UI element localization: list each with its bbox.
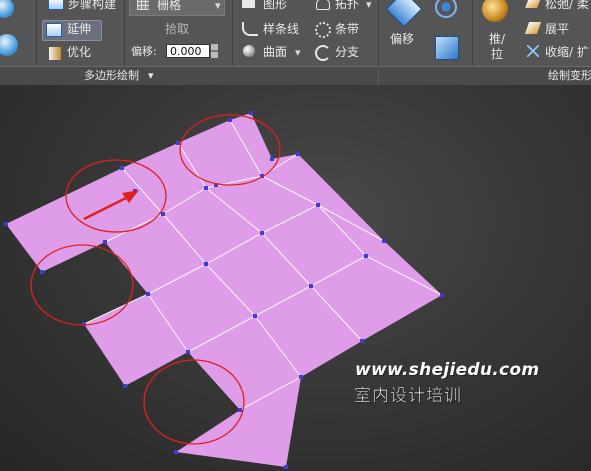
topology-button[interactable]: 拓扑 bbox=[335, 0, 359, 11]
optimize-button[interactable]: 优化 bbox=[67, 45, 91, 59]
step-build-icon bbox=[48, 0, 64, 10]
step-build-button[interactable]: 步骤构建 bbox=[68, 0, 116, 11]
surface-icon bbox=[243, 45, 255, 57]
ribbon-toolbar: 步骤构建 延伸 优化 栅格 ▾ 拾取 偏移: 0.000 图形 样条线 曲面 ▾… bbox=[0, 0, 591, 86]
spline-button[interactable]: 样条线 bbox=[263, 22, 299, 36]
strip-icon bbox=[315, 22, 331, 38]
chevron-down-icon: ▾ bbox=[366, 0, 372, 11]
annotation-circle bbox=[30, 244, 134, 326]
pick-button[interactable]: 拾取 bbox=[165, 22, 189, 36]
shrink-icon bbox=[527, 45, 539, 57]
mesh-canvas[interactable] bbox=[0, 85, 591, 471]
push-pull-button[interactable]: 推/ bbox=[489, 32, 505, 46]
chevron-down-icon[interactable]: ▾ bbox=[148, 69, 154, 83]
push-pull-button-line2: 拉 bbox=[491, 47, 504, 61]
shape-button[interactable]: 图形 bbox=[263, 0, 287, 11]
grid-icon bbox=[137, 0, 149, 10]
flatten-button[interactable]: 展平 bbox=[545, 22, 569, 36]
square-icon[interactable] bbox=[435, 36, 459, 60]
mesh-polygon[interactable] bbox=[6, 113, 442, 467]
extend-label: 延伸 bbox=[67, 22, 92, 36]
chevron-down-icon: ▾ bbox=[215, 0, 221, 12]
branch-button[interactable]: 分支 bbox=[335, 45, 359, 59]
branch-icon bbox=[315, 45, 331, 61]
viewport[interactable]: www.shejiedu.com 室内设计培训 bbox=[0, 85, 591, 471]
topology-icon bbox=[316, 0, 330, 10]
ribbon-footer: 多边形绘制 ▾ 绘制变形 bbox=[0, 66, 591, 86]
shape-icon bbox=[242, 0, 255, 8]
paint-deform-panel-label[interactable]: 绘制变形 bbox=[548, 69, 591, 83]
spinner-icon[interactable] bbox=[211, 44, 218, 58]
spline-icon bbox=[242, 22, 258, 36]
offset-button[interactable]: 偏移 bbox=[390, 32, 414, 46]
grid-label: 栅格 bbox=[157, 0, 182, 12]
offset-label: 偏移: bbox=[131, 45, 157, 58]
surface-button[interactable]: 曲面 bbox=[263, 45, 287, 59]
watermark-url: www.shejiedu.com bbox=[355, 360, 540, 380]
shrink-button[interactable]: 收缩/ 扩 bbox=[545, 45, 589, 59]
annotation-circle bbox=[143, 359, 245, 445]
extend-icon bbox=[46, 23, 62, 37]
relax-button[interactable]: 松弛/ 柔 bbox=[545, 0, 589, 11]
brush-icon[interactable] bbox=[482, 0, 508, 22]
optimize-icon bbox=[48, 46, 62, 61]
watermark-name: 室内设计培训 bbox=[354, 386, 462, 407]
relax-icon bbox=[525, 0, 541, 8]
offset-icon[interactable] bbox=[385, 0, 423, 28]
flatten-icon bbox=[524, 22, 542, 34]
offset-input[interactable]: 0.000 bbox=[166, 44, 210, 58]
target-icon[interactable] bbox=[435, 0, 457, 18]
chevron-down-icon: ▾ bbox=[295, 46, 301, 59]
strip-button[interactable]: 条带 bbox=[335, 22, 359, 36]
sphere-icon[interactable] bbox=[0, 0, 14, 18]
sphere-icon[interactable] bbox=[0, 34, 18, 56]
poly-draw-panel-label[interactable]: 多边形绘制 bbox=[84, 69, 139, 83]
